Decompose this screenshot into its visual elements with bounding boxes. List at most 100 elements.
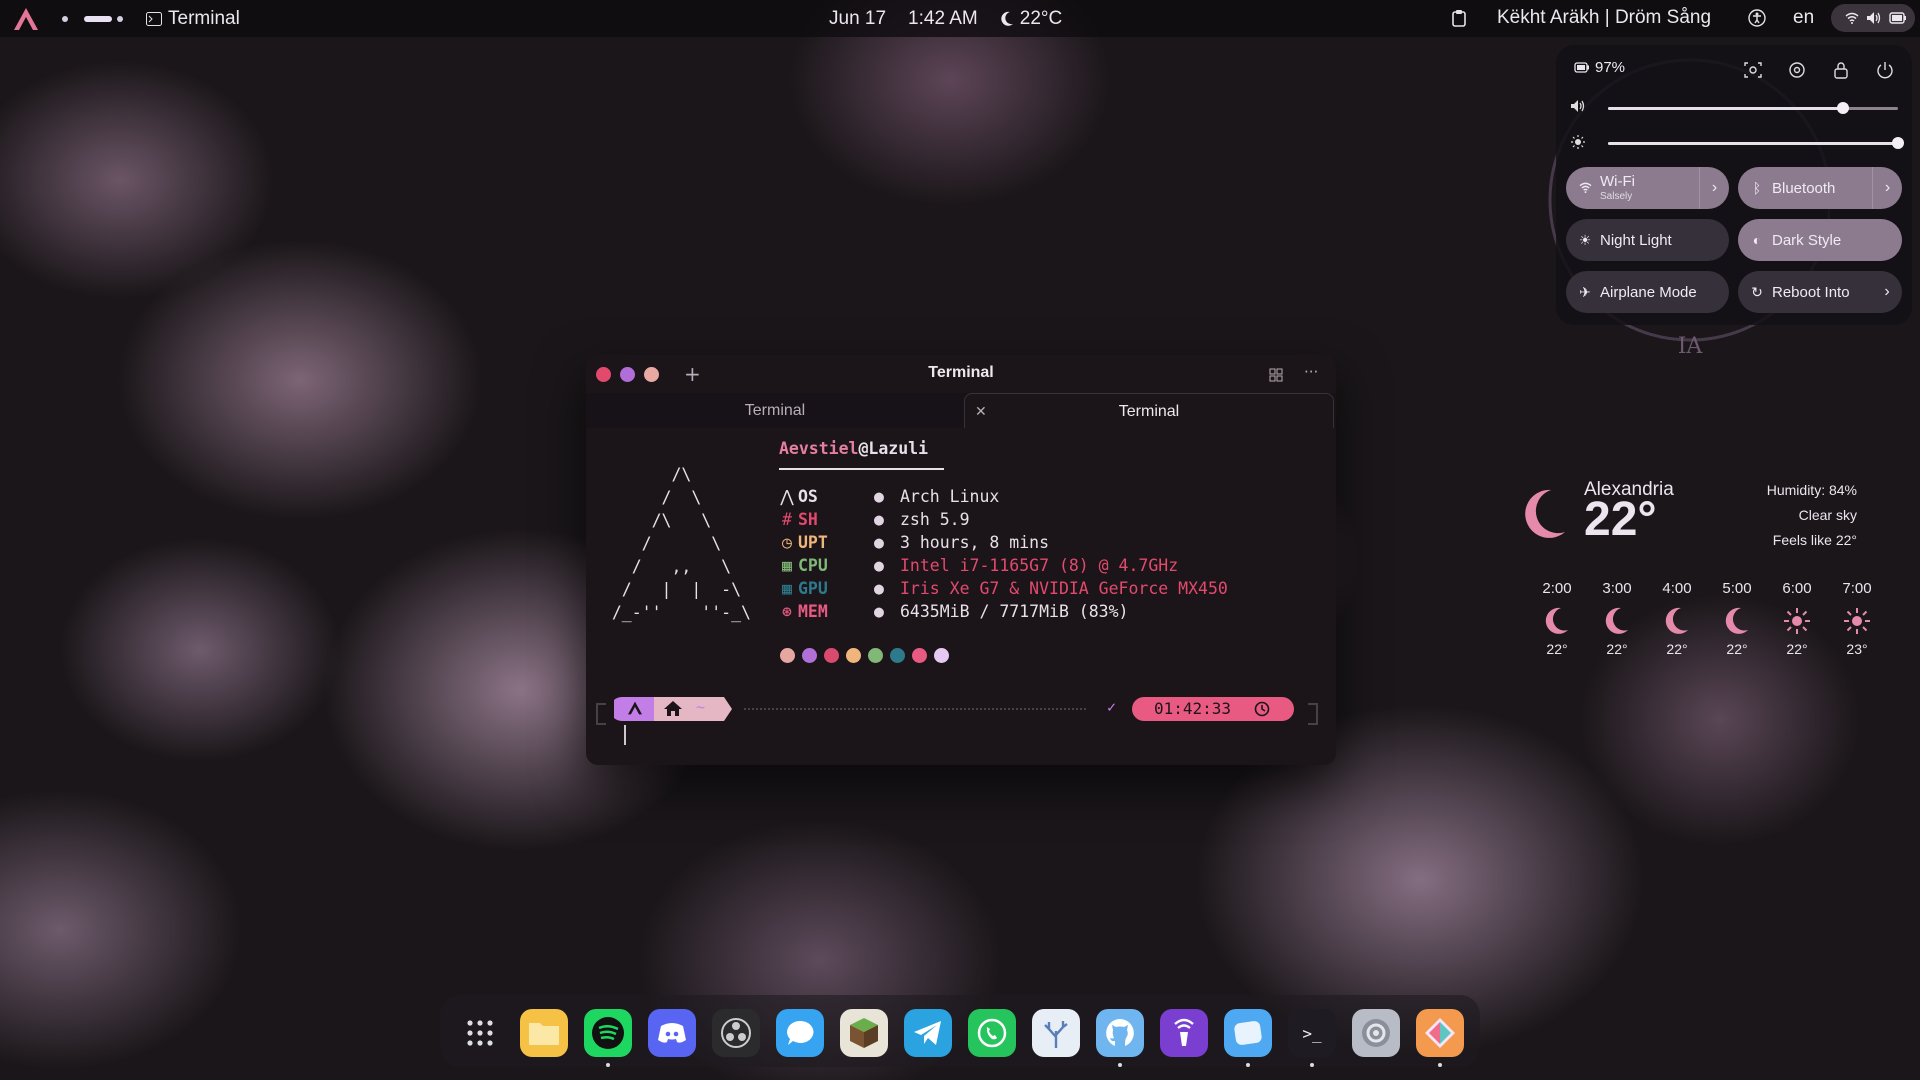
- github-icon[interactable]: [1096, 1009, 1144, 1067]
- airplane-icon: ✈: [1579, 283, 1591, 300]
- terminal-window: + Terminal ··· Terminal ✕ Terminal /\ / …: [586, 355, 1336, 765]
- reboot-into-button[interactable]: ↻ Reboot Into ›: [1738, 271, 1902, 313]
- dark-style-toggle[interactable]: ◐ Dark Style: [1738, 219, 1902, 261]
- app-grid-icon[interactable]: [456, 1009, 504, 1057]
- terminal-icon[interactable]: >_: [1288, 1009, 1336, 1067]
- active-app-menu[interactable]: Terminal: [146, 8, 240, 30]
- forecast-hour: 3:00 22°: [1592, 580, 1642, 657]
- wifi-toggle[interactable]: Wi-Fi Salsely ›: [1566, 167, 1729, 209]
- telegram-icon[interactable]: [904, 1009, 952, 1057]
- workspace-dot[interactable]: [117, 16, 123, 22]
- night-light-toggle[interactable]: ☀ Night Light: [1566, 219, 1729, 261]
- bluetooth-toggle[interactable]: ᛒ Bluetooth ›: [1738, 167, 1902, 209]
- clipboard-icon[interactable]: [1452, 9, 1466, 33]
- forecast-hour-label: 4:00: [1662, 580, 1692, 597]
- power-icon[interactable]: [1874, 61, 1896, 83]
- coral-icon[interactable]: [1032, 1009, 1080, 1057]
- running-indicator: [606, 1063, 610, 1067]
- now-playing[interactable]: Këkht Aräkh | Dröm Sång: [1497, 7, 1711, 29]
- brightness-slider-knob[interactable]: [1892, 137, 1904, 149]
- airplane-mode-toggle[interactable]: ✈ Airplane Mode: [1566, 271, 1729, 313]
- files-icon[interactable]: [520, 1009, 568, 1057]
- system-status-area[interactable]: [1831, 4, 1915, 32]
- weather-feels-like: Feels like 22°: [1772, 532, 1857, 548]
- wifi-icon: [1845, 12, 1859, 24]
- reboot-expand-chevron-icon[interactable]: ›: [1872, 271, 1902, 313]
- weather-humidity: Humidity: 84%: [1766, 482, 1857, 498]
- moon-icon: [1712, 607, 1762, 635]
- battery-icon: [1574, 62, 1589, 73]
- settings-icon[interactable]: [1352, 1009, 1400, 1057]
- wifi-expand-chevron-icon[interactable]: ›: [1699, 167, 1729, 209]
- clock[interactable]: Jun 17 1:42 AM 22°C: [829, 8, 1062, 30]
- forecast-temp: 22°: [1666, 641, 1688, 657]
- forecast-temp: 22°: [1606, 641, 1628, 657]
- prompt-segments: ~: [610, 697, 738, 721]
- workspace-active[interactable]: [84, 16, 112, 22]
- terminal-tabs: Terminal ✕ Terminal: [586, 393, 1336, 428]
- forecast-temp: 22°: [1786, 641, 1808, 657]
- running-indicator: [1310, 1063, 1314, 1067]
- podcast-icon[interactable]: [1160, 1009, 1208, 1057]
- tab-terminal-1[interactable]: Terminal: [586, 393, 964, 428]
- obs-icon[interactable]: [712, 1009, 760, 1057]
- forecast-hour: 6:00 22°: [1772, 580, 1822, 657]
- running-indicator: [1438, 1063, 1442, 1067]
- photos-icon[interactable]: [1416, 1009, 1464, 1067]
- weather-condition: Clear sky: [1798, 507, 1857, 523]
- hash-icon: #: [782, 510, 792, 529]
- palette-color-dot: [934, 648, 949, 663]
- workspace-dot[interactable]: [62, 16, 68, 22]
- active-app-name: Terminal: [168, 8, 240, 29]
- terminal-title: Terminal: [928, 364, 994, 381]
- palette-color-dot: [890, 648, 905, 663]
- date-text: Jun 17: [829, 8, 887, 29]
- bluetooth-expand-chevron-icon[interactable]: ›: [1872, 167, 1902, 209]
- keyboard-language[interactable]: en: [1793, 7, 1814, 29]
- arch-logo-icon[interactable]: [14, 8, 38, 30]
- night-light-label: Night Light: [1600, 231, 1672, 249]
- airplane-mode-label: Airplane Mode: [1600, 283, 1697, 301]
- volume-slider[interactable]: [1608, 102, 1898, 114]
- spotify-icon[interactable]: [584, 1009, 632, 1067]
- quick-settings-panel: 97% Wi-Fi Salsely › ᛒ Bluetooth › ☀ Nigh…: [1556, 45, 1912, 325]
- moon-icon: [1001, 11, 1013, 26]
- forecast-temp: 23°: [1846, 641, 1868, 657]
- wifi-label: Wi-Fi: [1600, 173, 1635, 191]
- cpu-icon: ▦: [782, 556, 792, 575]
- discord-icon[interactable]: [648, 1009, 696, 1057]
- tab-overview-icon[interactable]: [1269, 368, 1283, 382]
- volume-icon: [1571, 100, 1585, 112]
- minecraft-icon[interactable]: [840, 1009, 888, 1057]
- tab-terminal-2[interactable]: ✕ Terminal: [964, 393, 1334, 428]
- brightness-slider[interactable]: [1608, 137, 1904, 149]
- settings-icon[interactable]: [1786, 61, 1808, 83]
- reboot-into-label: Reboot Into: [1772, 283, 1850, 301]
- browser-icon[interactable]: [1224, 1009, 1272, 1067]
- whatsapp-icon[interactable]: [968, 1009, 1016, 1057]
- palette-color-dot: [912, 648, 927, 663]
- svg-text:IA: IA: [1678, 334, 1704, 359]
- bluetooth-label: Bluetooth: [1772, 179, 1836, 197]
- prompt-time: 01:42:33: [1154, 699, 1232, 718]
- shell-prompt[interactable]: ~ ✓ 01:42:33: [586, 689, 1336, 745]
- dark-style-icon: ◐: [1752, 232, 1762, 248]
- forecast-hour-label: 7:00: [1842, 580, 1872, 597]
- forecast-hour-label: 5:00: [1722, 580, 1752, 597]
- moon-icon: [1525, 489, 1565, 538]
- info-row-os: ⋀ OS ● Arch Linux: [776, 485, 999, 508]
- chat-icon[interactable]: [776, 1009, 824, 1057]
- screenshot-icon[interactable]: [1742, 61, 1764, 83]
- lock-icon[interactable]: [1830, 61, 1852, 83]
- dock: >_: [440, 995, 1480, 1067]
- running-indicator: [1118, 1063, 1122, 1067]
- dark-style-label: Dark Style: [1772, 231, 1842, 249]
- battery-status: 97%: [1574, 59, 1625, 76]
- battery-percent: 97%: [1595, 59, 1626, 76]
- menu-more-icon[interactable]: ···: [1304, 363, 1318, 381]
- hostname: Lazuli: [868, 439, 929, 458]
- close-tab-icon[interactable]: ✕: [975, 394, 987, 429]
- volume-slider-knob[interactable]: [1836, 102, 1849, 114]
- terminal-titlebar[interactable]: + Terminal ···: [586, 355, 1336, 393]
- user-host: Aevstiel@Lazuli: [779, 439, 928, 458]
